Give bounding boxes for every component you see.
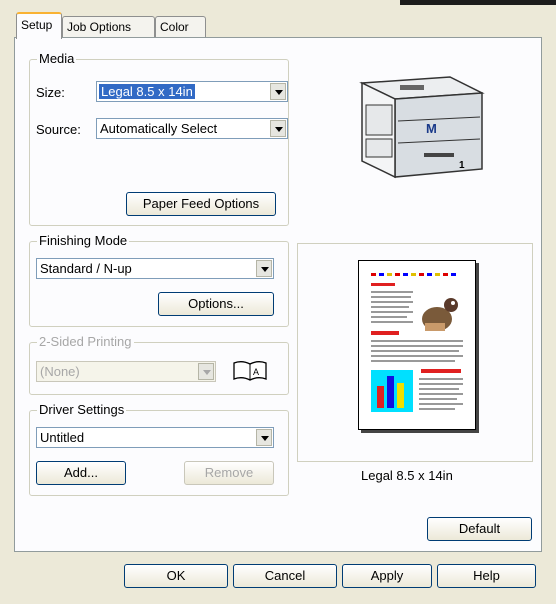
ok-button[interactable]: OK: [124, 564, 228, 588]
tab-job-options[interactable]: Job Options: [62, 16, 155, 37]
chevron-down-icon[interactable]: [256, 429, 272, 446]
size-label: Size:: [36, 85, 65, 100]
title-bar-fragment: [400, 0, 556, 5]
size-select-value: Legal 8.5 x 14in: [99, 84, 195, 99]
add-button[interactable]: Add...: [36, 461, 126, 485]
chevron-down-icon[interactable]: [198, 363, 214, 380]
finishing-mode-title: Finishing Mode: [37, 233, 130, 248]
remove-button[interactable]: Remove: [184, 461, 274, 485]
options-button[interactable]: Options...: [158, 292, 274, 316]
two-sided-title: 2-Sided Printing: [37, 334, 134, 349]
finishing-mode-value: Standard / N-up: [40, 261, 132, 276]
media-group-title: Media: [37, 51, 77, 66]
window-top-strip: [0, 0, 556, 8]
two-sided-group: 2-Sided Printing (None) A: [29, 334, 289, 395]
page-preview-frame: [297, 243, 533, 462]
tab-setup[interactable]: Setup: [16, 12, 62, 39]
chevron-down-icon[interactable]: [270, 120, 286, 137]
tab-color[interactable]: Color: [155, 16, 206, 37]
paper-feed-options-button[interactable]: Paper Feed Options: [126, 192, 276, 216]
finishing-mode-select[interactable]: Standard / N-up: [36, 258, 274, 279]
cancel-button[interactable]: Cancel: [233, 564, 337, 588]
chevron-down-icon[interactable]: [270, 83, 286, 100]
media-group: Media Size: Legal 8.5 x 14in Source: Aut…: [29, 51, 289, 226]
two-sided-value: (None): [40, 364, 80, 379]
preview-caption: Legal 8.5 x 14in: [361, 468, 453, 483]
default-button[interactable]: Default: [427, 517, 532, 541]
source-select-value: Automatically Select: [100, 121, 218, 136]
finishing-mode-group: Finishing Mode Standard / N-up Options..…: [29, 233, 289, 327]
setup-tab-panel: Media Size: Legal 8.5 x 14in Source: Aut…: [14, 37, 542, 552]
driver-settings-group: Driver Settings Untitled Add... Remove: [29, 402, 289, 496]
driver-settings-title: Driver Settings: [37, 402, 127, 417]
book-icon: A: [232, 359, 268, 386]
apply-button[interactable]: Apply: [342, 564, 432, 588]
source-label: Source:: [36, 122, 81, 137]
printer-image: M 1: [340, 65, 500, 185]
two-sided-select[interactable]: (None): [36, 361, 216, 382]
help-button[interactable]: Help: [437, 564, 536, 588]
size-select[interactable]: Legal 8.5 x 14in: [96, 81, 288, 102]
source-select[interactable]: Automatically Select: [96, 118, 288, 139]
svg-text:A: A: [253, 367, 259, 377]
driver-settings-value: Untitled: [40, 430, 85, 445]
tray-number: 1: [459, 160, 465, 171]
page-preview-thumbnail: [358, 260, 476, 430]
driver-settings-select[interactable]: Untitled: [36, 427, 274, 448]
printer-badge: M: [426, 121, 437, 136]
chevron-down-icon[interactable]: [256, 260, 272, 277]
